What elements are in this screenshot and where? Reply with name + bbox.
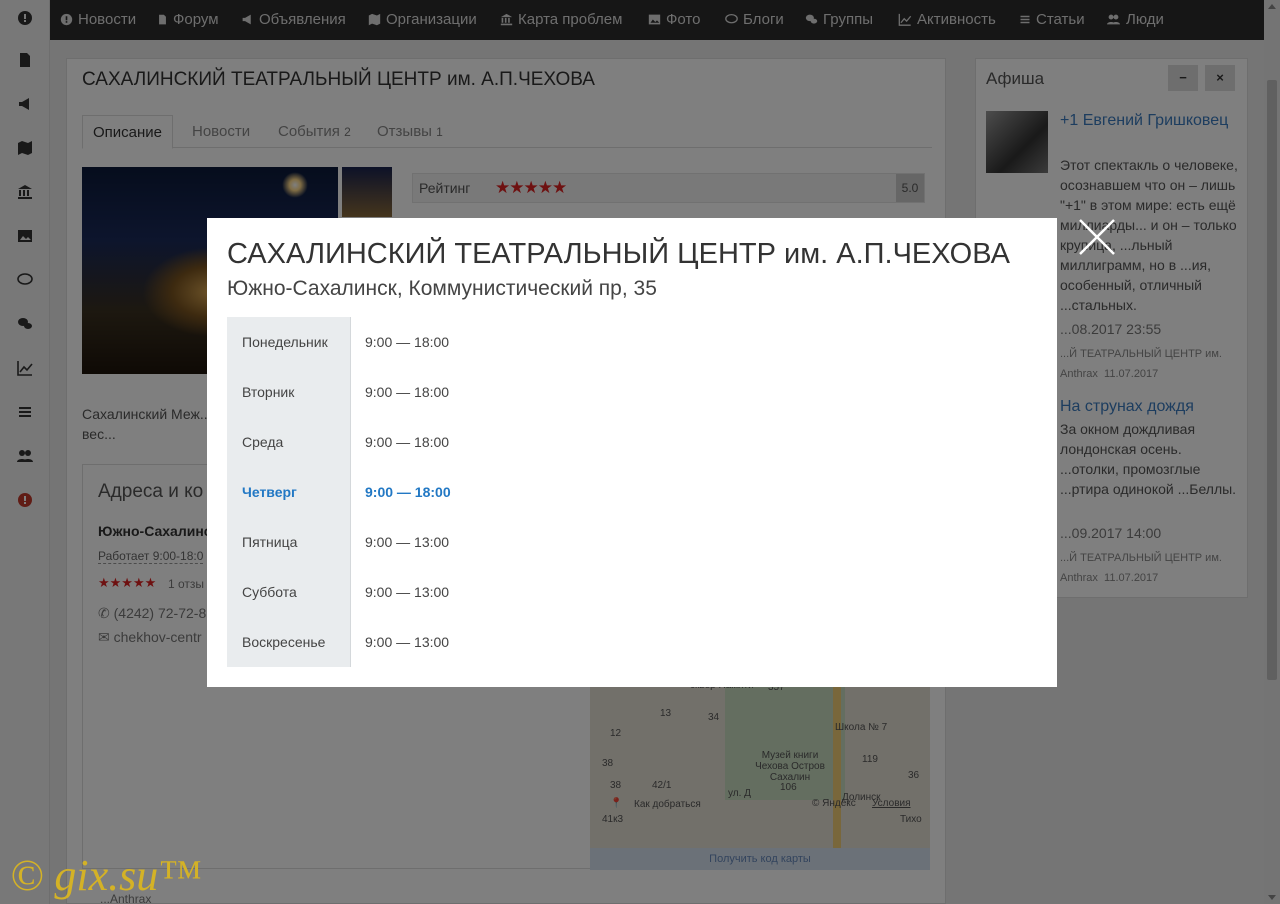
schedule-day: Суббота — [242, 584, 297, 600]
schedule-row: Суббота 9:00 — 13:00 — [207, 567, 607, 617]
schedule-row: Воскресенье 9:00 — 13:00 — [207, 617, 607, 667]
schedule-day: Пятница — [242, 534, 298, 550]
close-icon[interactable] — [1078, 218, 1116, 256]
schedule-time: 9:00 — 13:00 — [365, 584, 450, 600]
schedule-row: Вторник 9:00 — 18:00 — [207, 367, 607, 417]
schedule-row: Пятница 9:00 — 13:00 — [207, 517, 607, 567]
watermark: © gix.su™ — [10, 851, 202, 900]
schedule-time: 9:00 — 13:00 — [365, 634, 450, 650]
schedule-day: Среда — [242, 434, 284, 450]
schedule-row: Среда 9:00 — 18:00 — [207, 417, 607, 467]
schedule-day: Четверг — [242, 484, 297, 500]
modal-address: Южно-Сахалинск, Коммунистический пр, 35 — [227, 277, 657, 300]
schedule-time: 9:00 — 18:00 — [365, 384, 450, 400]
schedule-day: Вторник — [242, 384, 295, 400]
modal-title: САХАЛИНСКИЙ ТЕАТРАЛЬНЫЙ ЦЕНТР им. А.П.ЧЕ… — [227, 238, 1010, 270]
schedule-time: 9:00 — 13:00 — [365, 534, 450, 550]
schedule-modal: САХАЛИНСКИЙ ТЕАТРАЛЬНЫЙ ЦЕНТР им. А.П.ЧЕ… — [207, 218, 1057, 687]
schedule-time: 9:00 — 18:00 — [365, 434, 450, 450]
schedule-day: Понедельник — [242, 334, 328, 350]
schedule-row: Понедельник 9:00 — 18:00 — [207, 317, 607, 367]
schedule-day: Воскресенье — [242, 634, 326, 650]
schedule-time: 9:00 — 18:00 — [365, 334, 450, 350]
schedule-row: Четверг 9:00 — 18:00 — [207, 467, 607, 517]
schedule-time: 9:00 — 18:00 — [365, 484, 451, 500]
